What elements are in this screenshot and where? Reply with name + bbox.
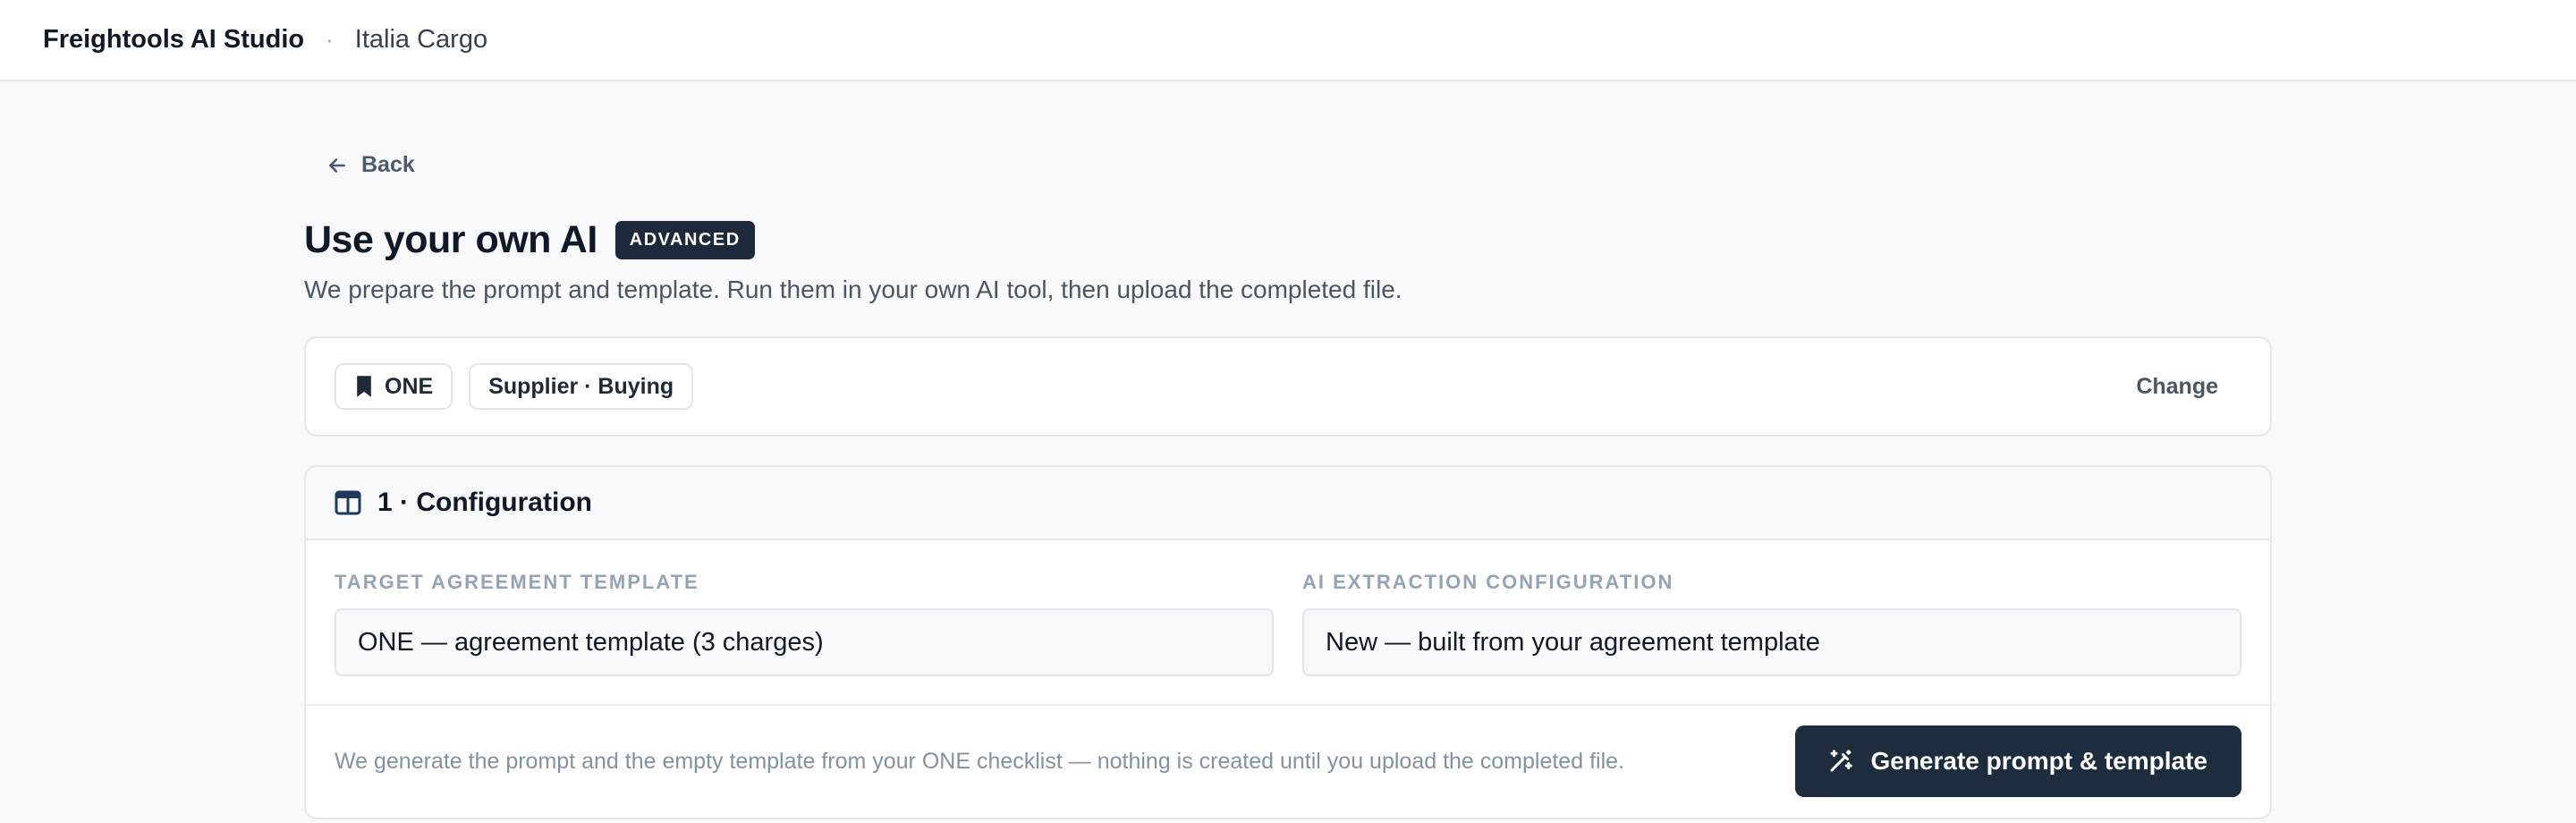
footnote-text: We generate the prompt and the empty tem…	[335, 748, 1624, 774]
header-separator: ·	[326, 26, 334, 53]
configuration-fields: TARGET AGREEMENT TEMPLATE ONE — agreemen…	[335, 571, 2241, 676]
generate-button-label: Generate prompt & template	[1870, 747, 2207, 775]
configuration-card: 1 · Configuration TARGET AGREEMENT TEMPL…	[304, 465, 2272, 819]
back-label: Back	[361, 152, 415, 177]
advanced-badge: ADVANCED	[614, 221, 755, 259]
template-select[interactable]: ONE — agreement template (3 charges)	[335, 608, 1274, 676]
layout-columns-icon	[335, 490, 361, 515]
change-button[interactable]: Change	[2136, 374, 2218, 400]
template-field: TARGET AGREEMENT TEMPLATE ONE — agreemen…	[335, 571, 1274, 676]
bookmark-icon	[357, 376, 371, 397]
generate-button[interactable]: Generate prompt & template	[1795, 725, 2241, 797]
configuration-title: 1 · Configuration	[377, 488, 592, 517]
extraction-field-label: AI EXTRACTION CONFIGURATION	[1302, 571, 1674, 593]
extraction-select[interactable]: New — built from your agreement template	[1302, 608, 2241, 676]
template-field-label: TARGET AGREEMENT TEMPLATE	[335, 571, 699, 593]
carrier-chip: ONE	[335, 363, 453, 410]
arrow-left-icon	[329, 157, 345, 173]
footer-divider	[306, 704, 2270, 706]
page-subtitle: We prepare the prompt and template. Run …	[304, 276, 1402, 303]
page-title-row: Use your own AI ADVANCED	[304, 218, 755, 262]
configuration-header: 1 · Configuration	[306, 467, 2270, 540]
magic-wand-icon	[1830, 750, 1853, 772]
carrier-chip-label: ONE	[385, 373, 434, 399]
back-link[interactable]: Back	[326, 152, 415, 178]
page-title: Use your own AI	[304, 218, 597, 261]
selection-card: ONE Supplier · Buying Change	[304, 336, 2272, 437]
organization-name: Italia Cargo	[354, 25, 488, 54]
app-brand[interactable]: Freightools AI Studio	[43, 25, 304, 55]
role-chip: Supplier · Buying	[469, 363, 694, 410]
extraction-field: AI EXTRACTION CONFIGURATION New — built …	[1302, 571, 2241, 676]
top-bar: Freightools AI Studio · Italia Cargo	[0, 0, 2576, 81]
role-chip-label: Supplier · Buying	[488, 373, 674, 399]
configuration-footer: We generate the prompt and the empty tem…	[335, 725, 2241, 797]
